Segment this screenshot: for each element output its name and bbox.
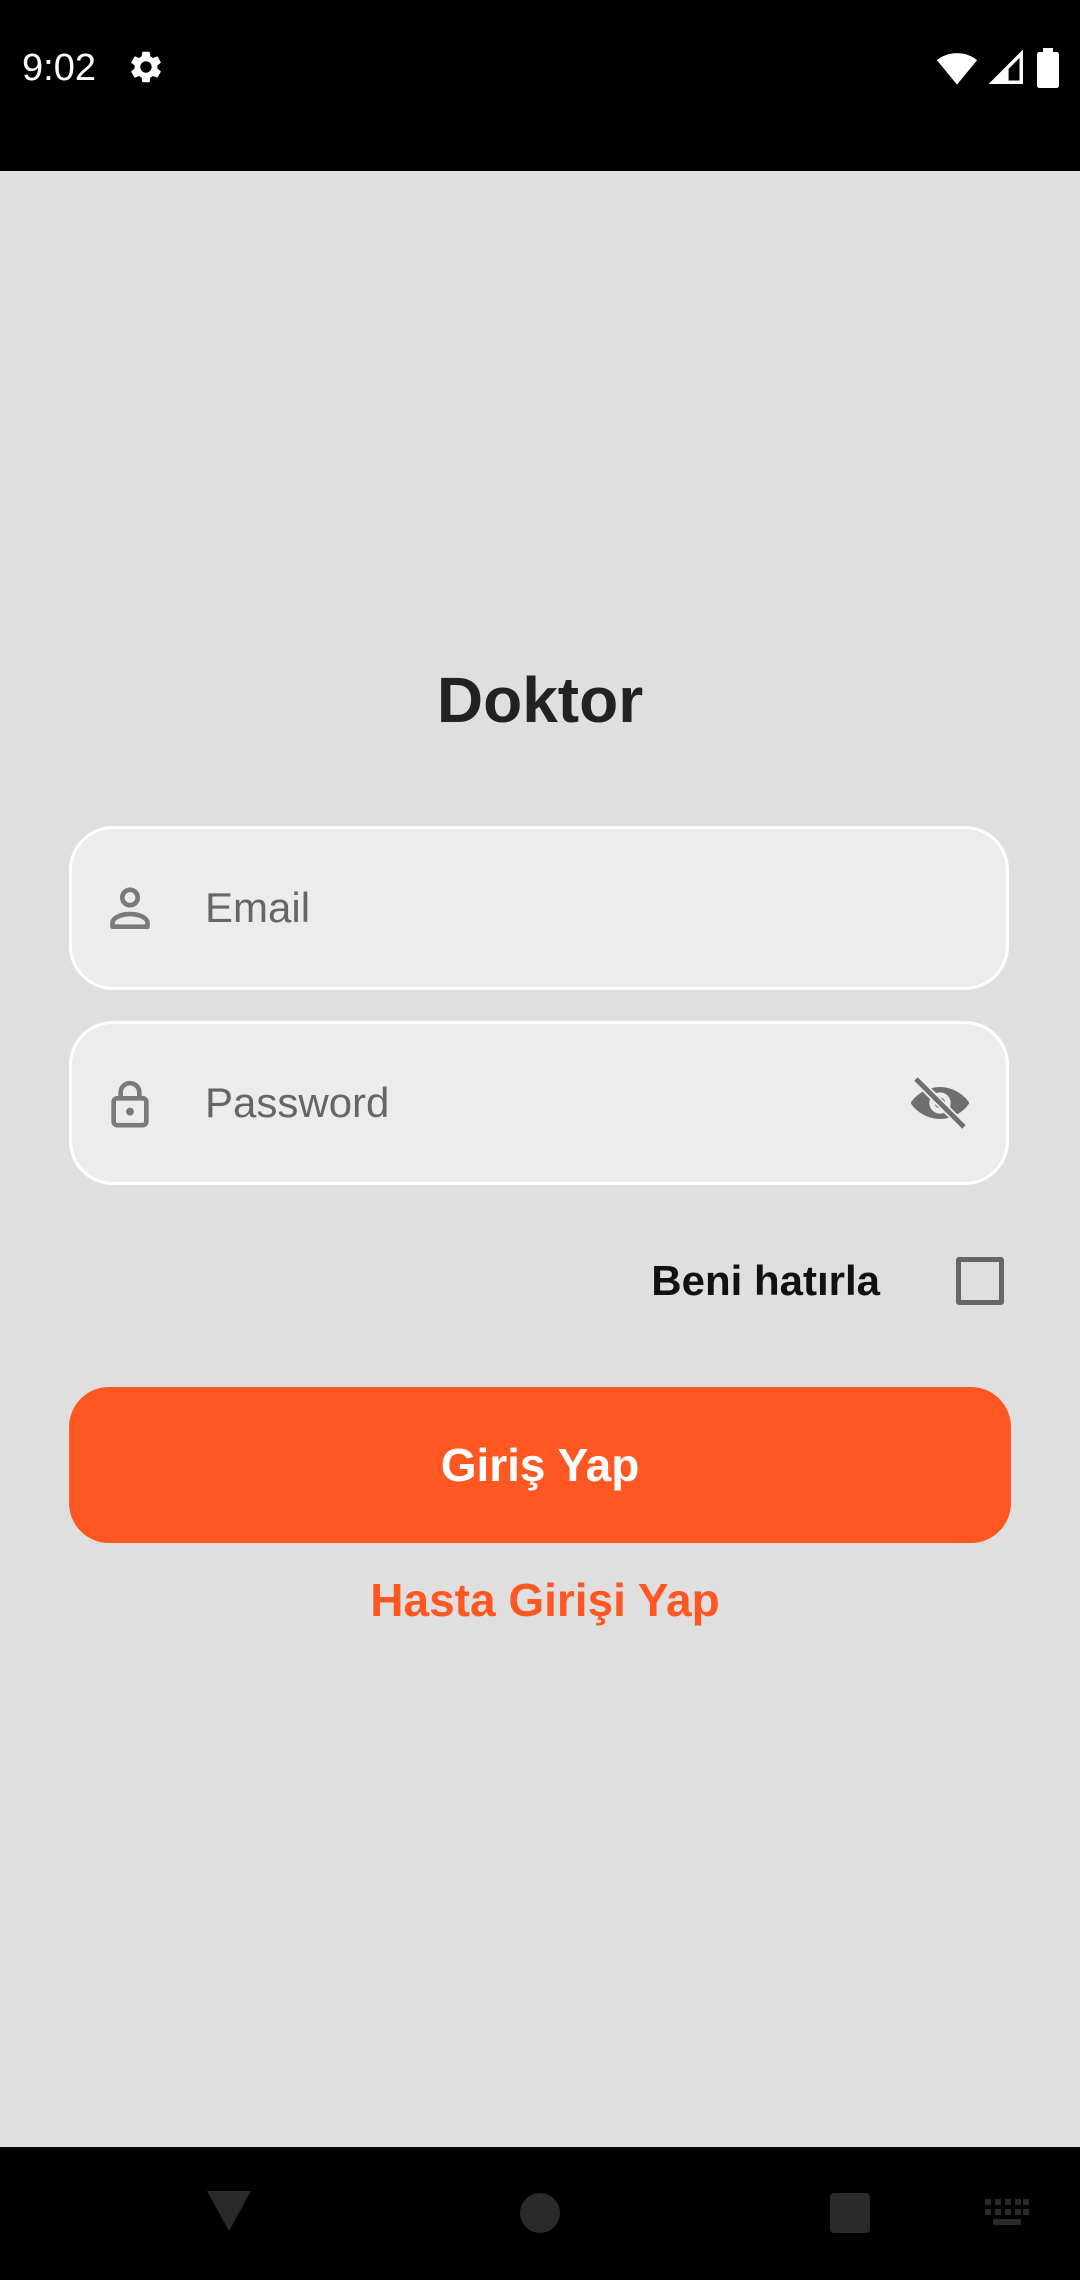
password-placeholder: Password: [205, 1079, 390, 1126]
navigation-bar: [0, 2147, 1080, 2280]
login-button[interactable]: Giriş Yap: [69, 1387, 1011, 1543]
patient-login-link[interactable]: Hasta Girişi Yap: [0, 1570, 1080, 1630]
signal-icon: [988, 49, 1023, 84]
password-field[interactable]: Password: [69, 1021, 1009, 1185]
lock-icon: [111, 1080, 149, 1128]
gear-icon: [131, 51, 161, 83]
back-triangle-icon[interactable]: [205, 2189, 253, 2233]
recents-square-icon[interactable]: [830, 2193, 870, 2233]
remember-me-label: Beni hatırla: [651, 1257, 880, 1304]
page-title: Doktor: [436, 664, 644, 736]
wifi-icon: [936, 53, 978, 85]
status-icons: [936, 48, 1060, 88]
status-time: 9:02: [22, 47, 96, 89]
keyboard-icon[interactable]: [985, 2199, 1029, 2227]
eye-off-icon[interactable]: [908, 1075, 972, 1131]
email-field[interactable]: Email: [69, 826, 1009, 990]
battery-icon: [1037, 48, 1059, 88]
home-circle-icon[interactable]: [520, 2193, 560, 2233]
email-placeholder: Email: [205, 884, 311, 931]
doctor-login-screen: 9:02 Doktor Email Password Beni hatırla …: [0, 0, 1080, 2280]
remember-me-checkbox[interactable]: [956, 1257, 1004, 1305]
status-bar: 9:02: [0, 0, 1080, 171]
person-icon: [110, 887, 150, 929]
